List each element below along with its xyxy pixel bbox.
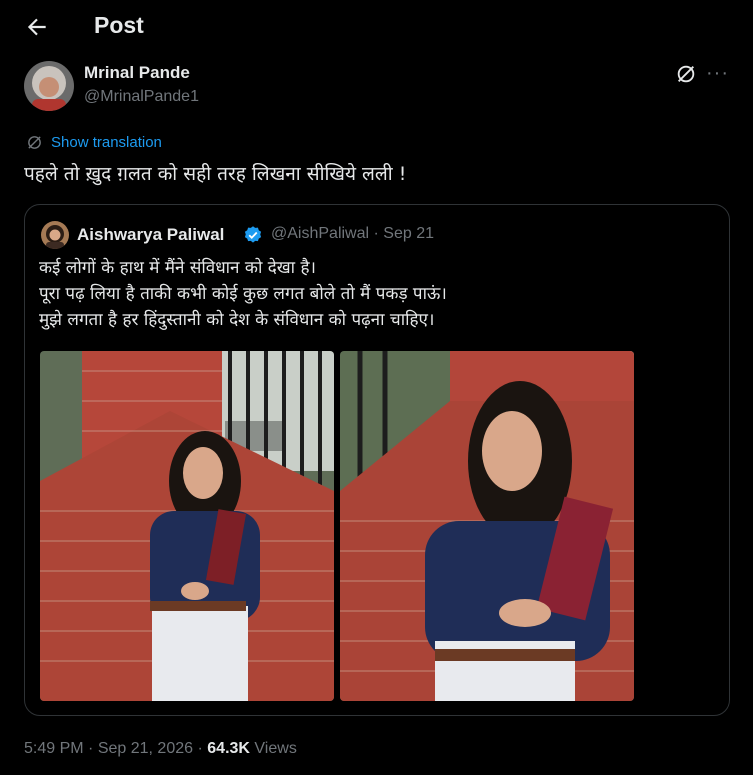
quote-photo-1[interactable] (40, 351, 334, 701)
show-translation-link[interactable]: Show translation (26, 134, 162, 151)
back-arrow-icon[interactable] (24, 14, 50, 40)
tweet-text: पहले तो ख़ुद ग़लत को सही तरह लिखना सीखिय… (24, 163, 407, 185)
quote-separator: · (373, 225, 379, 242)
views-count[interactable]: 64.3K (207, 740, 250, 757)
author-name[interactable]: Mrinal Pande (84, 63, 190, 83)
author-avatar[interactable] (24, 61, 74, 111)
page-title: Post (94, 12, 144, 38)
post-date[interactable]: Sep 21, 2026 (98, 740, 193, 757)
show-translation-label[interactable]: Show translation (51, 134, 162, 151)
meta-separator: · (88, 740, 94, 757)
translate-icon (28, 136, 41, 149)
views-label: Views (254, 740, 297, 757)
quoted-tweet[interactable]: Aishwarya Paliwal @AishPaliwal · Sep 21 … (24, 204, 730, 716)
quote-text-line: कई लोगों के हाथ में मैंने संविधान को देख… (39, 258, 316, 278)
quote-text-line: पूरा पढ़ लिया है ताकी कभी कोई कुछ लगत बो… (39, 284, 447, 304)
quote-author-name[interactable]: Aishwarya Paliwal (77, 225, 224, 245)
quote-text: कई लोगों के हाथ में मैंने संविधान को देख… (39, 255, 447, 333)
quote-photo-2[interactable] (340, 351, 634, 701)
quote-author-meta: @AishPaliwal · Sep 21 (271, 225, 434, 243)
post-meta: 5:49 PM · Sep 21, 2026 · 64.3K Views (24, 740, 297, 758)
quote-text-line: मुझे लगता है हर हिंदुस्तानी को देश के सं… (39, 310, 435, 330)
quote-author-handle[interactable]: @AishPaliwal (271, 225, 369, 242)
grok-icon[interactable] (675, 63, 697, 85)
more-options-icon[interactable]: ··· (706, 62, 729, 85)
quote-date[interactable]: Sep 21 (383, 225, 434, 242)
verified-badge-icon (244, 226, 262, 243)
meta-separator: · (197, 740, 203, 757)
author-handle[interactable]: @MrinalPande1 (84, 88, 199, 106)
quote-author-avatar[interactable] (41, 221, 69, 249)
post-time[interactable]: 5:49 PM (24, 740, 84, 757)
